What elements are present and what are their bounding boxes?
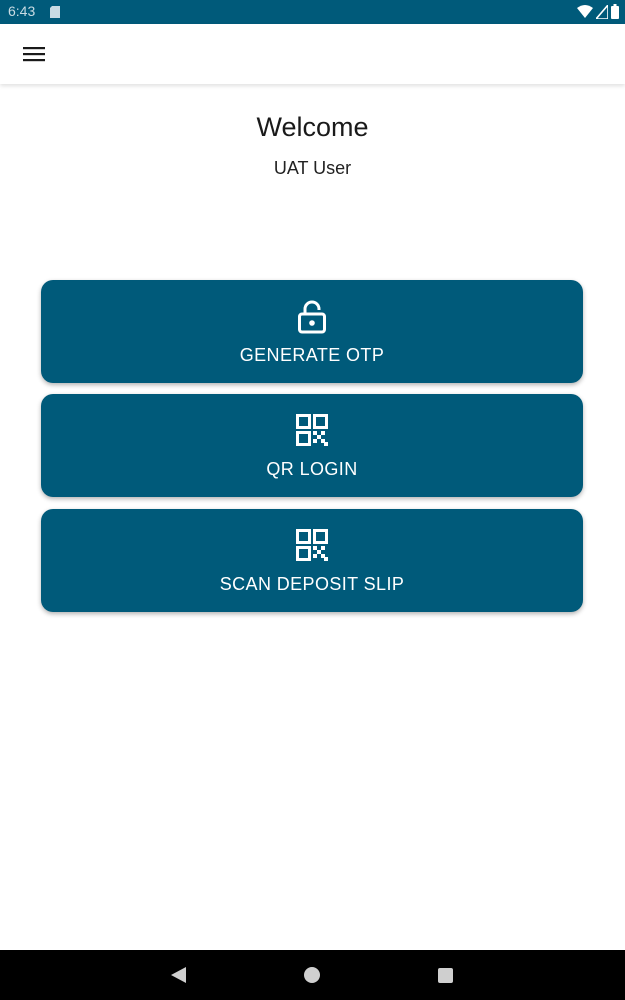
status-time: 6:43 <box>8 3 36 19</box>
welcome-title: Welcome <box>256 112 369 142</box>
qr-code-icon <box>41 529 583 563</box>
qr-login-label: QR LOGIN <box>266 459 358 479</box>
navigation-bar <box>0 950 625 1000</box>
generate-otp-label: GENERATE OTP <box>239 345 385 365</box>
qr-code-icon <box>41 414 583 448</box>
recents-square-icon[interactable] <box>438 968 453 983</box>
status-bar: 6:43 <box>0 0 625 24</box>
qr-login-button[interactable]: QR LOGIN <box>41 394 583 497</box>
battery-icon <box>611 4 619 23</box>
sd-card-icon <box>50 6 60 22</box>
hamburger-menu-icon[interactable] <box>20 40 48 68</box>
scan-deposit-slip-label: SCAN DEPOSIT SLIP <box>219 574 405 594</box>
unlock-icon <box>41 300 583 334</box>
home-circle-icon[interactable] <box>304 967 320 983</box>
wifi-icon <box>577 4 593 23</box>
user-name: UAT User <box>273 158 352 178</box>
app-screen: 6:43 Welcome UAT User GENERATE OTP QR LO… <box>0 0 625 1000</box>
back-triangle-icon[interactable] <box>171 967 186 987</box>
cell-signal-icon <box>594 2 609 23</box>
status-icons <box>577 2 619 23</box>
app-bar <box>0 24 625 84</box>
generate-otp-button[interactable]: GENERATE OTP <box>41 280 583 383</box>
scan-deposit-slip-button[interactable]: SCAN DEPOSIT SLIP <box>41 509 583 612</box>
